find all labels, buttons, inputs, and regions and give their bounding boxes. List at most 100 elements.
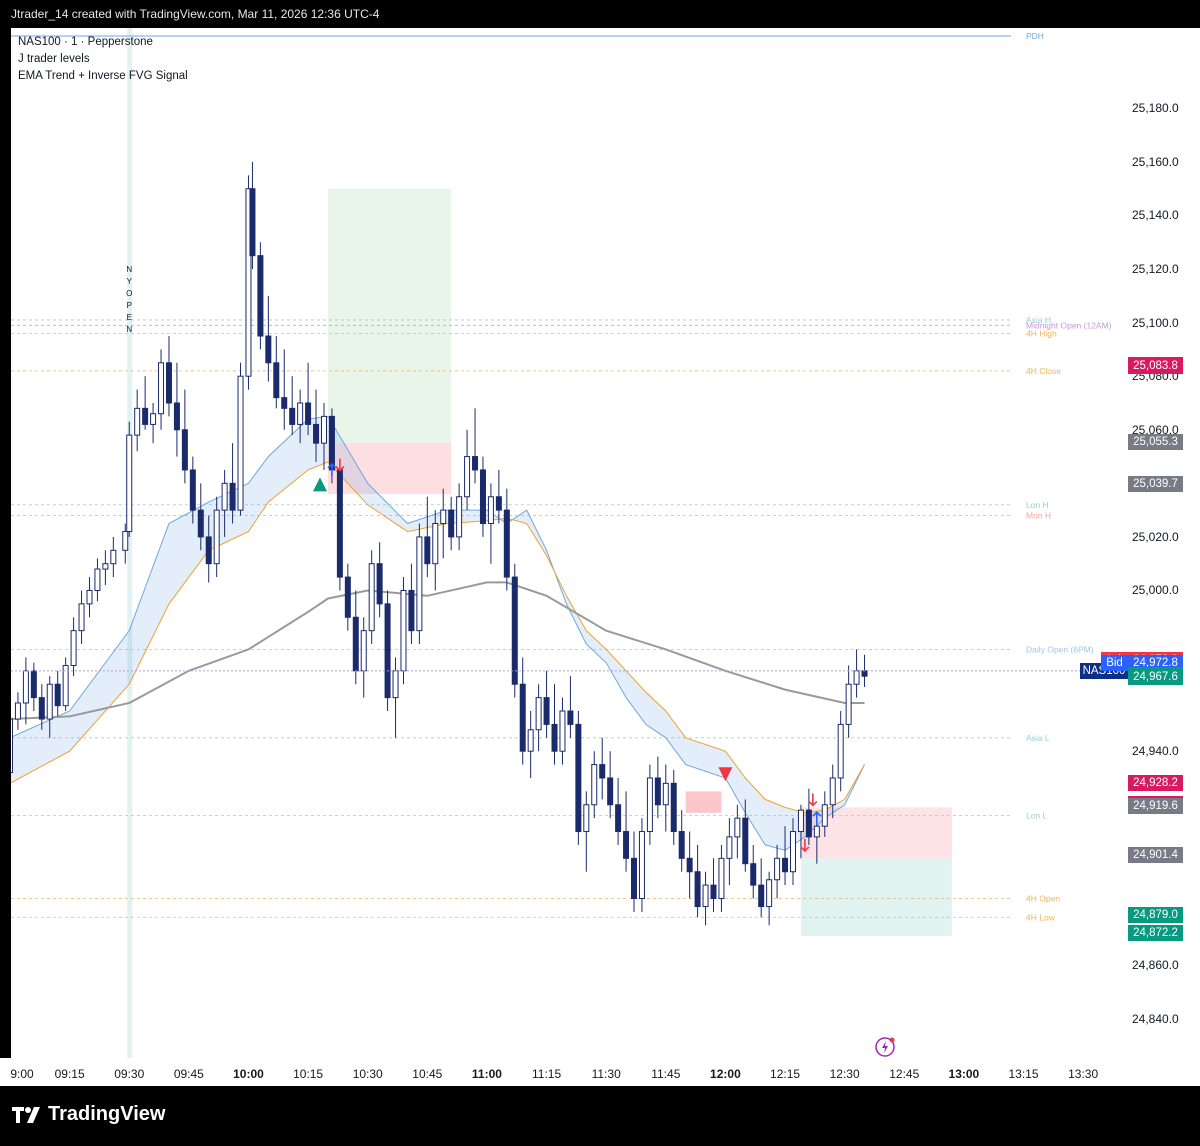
level-label: 4H Close: [1026, 366, 1061, 376]
level-label: PDH: [1026, 31, 1044, 41]
brand-name: TradingView: [48, 1103, 166, 1125]
price-label: 24,872.2: [1128, 924, 1183, 941]
candle-body: [54, 683, 61, 707]
candle-body: [102, 563, 109, 570]
candle-body: [352, 616, 359, 672]
price-label: 25,083.8: [1128, 358, 1183, 375]
candle-body: [189, 469, 196, 511]
candle-body: [782, 857, 789, 873]
candle-body: [535, 697, 542, 731]
candle-body: [237, 375, 244, 511]
candle-body: [638, 831, 645, 900]
time-tick: 13:15: [1008, 1067, 1039, 1081]
price-tick: 24,840.0: [1132, 1012, 1179, 1027]
candle-body: [511, 576, 518, 685]
candle-body: [718, 857, 725, 900]
ny-open-letter: P: [127, 301, 132, 310]
candle-body: [181, 429, 188, 471]
candle-body: [11, 718, 13, 774]
candle-body: [543, 697, 550, 725]
candle-body: [551, 723, 558, 752]
candle-body: [205, 536, 212, 565]
candle-body: [78, 603, 85, 632]
candle-body: [257, 255, 264, 337]
candle-body: [221, 482, 228, 511]
candle-body: [165, 362, 172, 404]
candle-body: [503, 509, 510, 578]
chart-panel[interactable]: PDH Asia H Midnight Open (12AM) 4H High 4H C…: [11, 28, 1123, 1086]
price-tick: 25,100.0: [1132, 315, 1179, 330]
candle-body: [583, 804, 590, 833]
candle-body: [150, 413, 157, 425]
candle-body: [829, 777, 836, 806]
time-tick: 11:45: [651, 1067, 681, 1081]
candle-body: [694, 871, 701, 908]
candle-body: [313, 423, 320, 444]
price-tick: 24,940.0: [1132, 744, 1179, 759]
level-label: 4H High: [1026, 328, 1057, 338]
level-label: Asia L: [1026, 733, 1050, 743]
legend-indicator-ema[interactable]: EMA Trend + Inverse FVG Signal: [18, 68, 188, 85]
candle-body: [142, 407, 149, 425]
tradingview-logo-icon: [12, 1106, 40, 1123]
candle-body: [599, 764, 606, 779]
time-axis[interactable]: 9:00 09:15 09:30 09:45 10:00 10:15 10:30 10:45 1…: [0, 1058, 1200, 1086]
candle-body: [320, 415, 327, 444]
candle-body: [297, 402, 304, 425]
candle-body: [797, 809, 804, 833]
candle-body: [432, 523, 439, 565]
candle-body: [662, 782, 669, 806]
header-text: Jtrader_14 created with TradingView.com,…: [11, 7, 380, 21]
legend-indicator-levels[interactable]: J trader levels: [18, 51, 188, 68]
candle-body: [845, 683, 852, 725]
price-tick: 25,020.0: [1132, 529, 1179, 544]
candle-body: [527, 729, 534, 752]
level-label: Daily Open (6PM): [1026, 644, 1094, 654]
candle-body: [837, 723, 844, 779]
candle-body: [607, 777, 614, 806]
price-tick: 25,120.0: [1132, 262, 1179, 277]
time-tick: 11:15: [531, 1067, 562, 1081]
candle-body: [464, 456, 471, 498]
notification-dot: [889, 1037, 895, 1043]
price-tick: 25,160.0: [1132, 154, 1179, 169]
time-tick: 10:30: [352, 1067, 383, 1081]
candle-body: [94, 568, 101, 591]
price-label: 24,967.6: [1128, 669, 1183, 686]
candle-body: [134, 407, 141, 436]
price-label: 24,901.4: [1128, 846, 1183, 863]
ny-open-letter: N: [126, 325, 132, 334]
candle-body: [575, 723, 582, 833]
candle-body: [789, 831, 796, 873]
candle-body: [122, 531, 129, 551]
time-tick: 10:45: [412, 1067, 443, 1081]
candle-body: [567, 710, 574, 725]
header-attribution: Jtrader_14 created with TradingView.com,…: [0, 0, 1200, 28]
price-axis[interactable]: 25,180.0 25,160.0 25,140.0 25,120.0 25,100.0…: [1123, 28, 1200, 1058]
zone-fvg: [685, 791, 722, 813]
time-tick: 09:45: [173, 1067, 204, 1081]
time-tick: 11:00: [471, 1067, 502, 1081]
candle-body: [456, 496, 463, 538]
candle-body: [559, 710, 566, 752]
legend-symbol[interactable]: NAS100 · 1 · Pepperstone: [18, 34, 188, 51]
time-tick: 13:30: [1068, 1067, 1099, 1081]
candle-body: [766, 879, 773, 908]
level-label: Lon H: [1026, 500, 1049, 510]
candle-body: [813, 825, 820, 838]
candle-body: [376, 563, 383, 605]
candle-body: [384, 603, 391, 699]
ny-open-letter: N: [126, 265, 132, 274]
candle-body: [440, 509, 447, 525]
candle-body: [805, 809, 812, 838]
ny-open-session-stripe: [127, 28, 133, 1086]
chart-canvas[interactable]: PDHAsia HMidnight Open (12AM)4H High4H C…: [11, 28, 1123, 1086]
ny-open-letter: O: [126, 289, 132, 298]
candle-body: [861, 670, 868, 677]
buy-signal-triangle: [313, 477, 328, 492]
candle-body: [360, 630, 367, 672]
price-tag-bid: Bid: [1101, 655, 1128, 672]
candle-body: [710, 884, 717, 900]
time-tick: 12:00: [710, 1067, 741, 1081]
candle-body: [305, 402, 312, 425]
